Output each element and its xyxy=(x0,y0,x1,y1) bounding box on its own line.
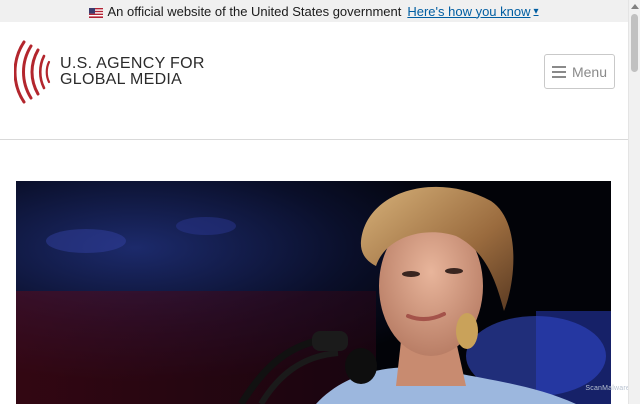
menu-button-label: Menu xyxy=(571,63,608,80)
menu-button[interactable]: Menu xyxy=(544,54,615,89)
gov-banner-text: An official website of the United States… xyxy=(107,3,402,19)
usagm-logo-icon xyxy=(13,38,52,106)
logo-line-1: U.S. AGENCY FOR xyxy=(60,55,205,72)
page-scrollbar[interactable] xyxy=(628,0,640,404)
heres-how-you-know-link[interactable]: Here's how you know ▾ xyxy=(407,4,538,19)
hamburger-icon xyxy=(551,65,566,78)
scanmalware-watermark: ScanMalware xyxy=(585,385,630,392)
site-header: U.S. AGENCY FOR GLOBAL MEDIA Menu xyxy=(0,22,628,140)
chevron-down-icon: ▾ xyxy=(533,5,539,17)
us-flag-icon xyxy=(89,6,104,18)
gov-banner: An official website of the United States… xyxy=(0,0,628,22)
logo-text: U.S. AGENCY FOR GLOBAL MEDIA xyxy=(60,56,205,88)
hero-image[interactable] xyxy=(16,181,611,404)
usagm-logo-link[interactable]: U.S. AGENCY FOR GLOBAL MEDIA xyxy=(13,38,205,106)
scrollbar-thumb[interactable] xyxy=(631,14,638,72)
heres-how-you-know-label: Here's how you know xyxy=(407,3,531,19)
scroll-up-arrow-icon[interactable] xyxy=(631,4,639,9)
logo-line-2: GLOBAL MEDIA xyxy=(60,71,183,88)
